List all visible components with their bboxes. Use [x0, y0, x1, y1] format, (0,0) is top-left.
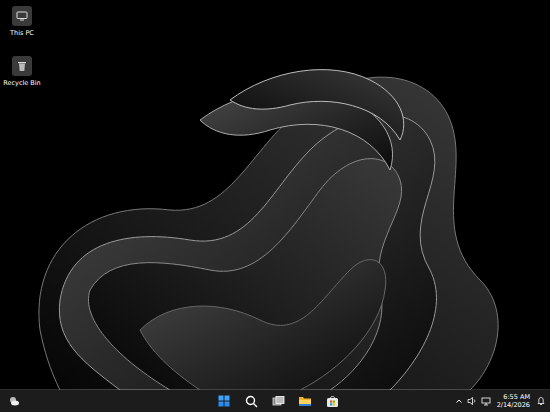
weather-icon[interactable]	[8, 395, 20, 407]
weather-button[interactable]	[4, 392, 23, 411]
search-icon[interactable]	[245, 395, 258, 408]
windows-start-icon[interactable]	[218, 395, 230, 407]
desktop-icon-label: This PC	[10, 30, 34, 38]
desktop-icon[interactable]: Recycle Bin	[2, 54, 42, 90]
taskbar: 6:55 AM2/14/2026	[0, 389, 550, 412]
clock-time: 6:55 AM	[503, 393, 530, 401]
file-explorer-button[interactable]	[296, 392, 315, 411]
desktop-icon-label: Recycle Bin	[3, 80, 40, 88]
desktop-icon-tile	[12, 6, 32, 26]
screen: This PC Recycle Bin 6:55 AM2/14/2026	[0, 0, 550, 412]
chevron-up-icon[interactable]	[455, 397, 463, 405]
file-explorer-icon[interactable]	[298, 395, 312, 408]
desktop: This PC Recycle Bin	[0, 0, 550, 389]
search-button[interactable]	[242, 392, 261, 411]
store-button[interactable]	[323, 392, 342, 411]
task-view-button[interactable]	[269, 392, 288, 411]
network-icon[interactable]	[481, 396, 491, 406]
wallpaper	[0, 0, 550, 390]
desktop-icons: This PC Recycle Bin	[0, 0, 42, 90]
taskbar-left	[4, 392, 209, 411]
start-button[interactable]	[215, 392, 234, 411]
recycle-bin-icon	[16, 60, 28, 72]
clock-date: 2/14/2026	[497, 401, 530, 409]
desktop-icon[interactable]: This PC	[2, 4, 42, 40]
clock[interactable]: 6:55 AM2/14/2026	[495, 393, 532, 409]
taskbar-apps	[209, 392, 342, 411]
notification-bell-icon[interactable]	[536, 396, 546, 406]
task-view-icon[interactable]	[272, 395, 285, 408]
microsoft-store-icon[interactable]	[326, 395, 339, 408]
computer-icon	[16, 10, 28, 22]
desktop-icon-tile	[12, 56, 32, 76]
speaker-icon[interactable]	[467, 396, 477, 406]
system-tray: 6:55 AM2/14/2026	[342, 393, 547, 409]
